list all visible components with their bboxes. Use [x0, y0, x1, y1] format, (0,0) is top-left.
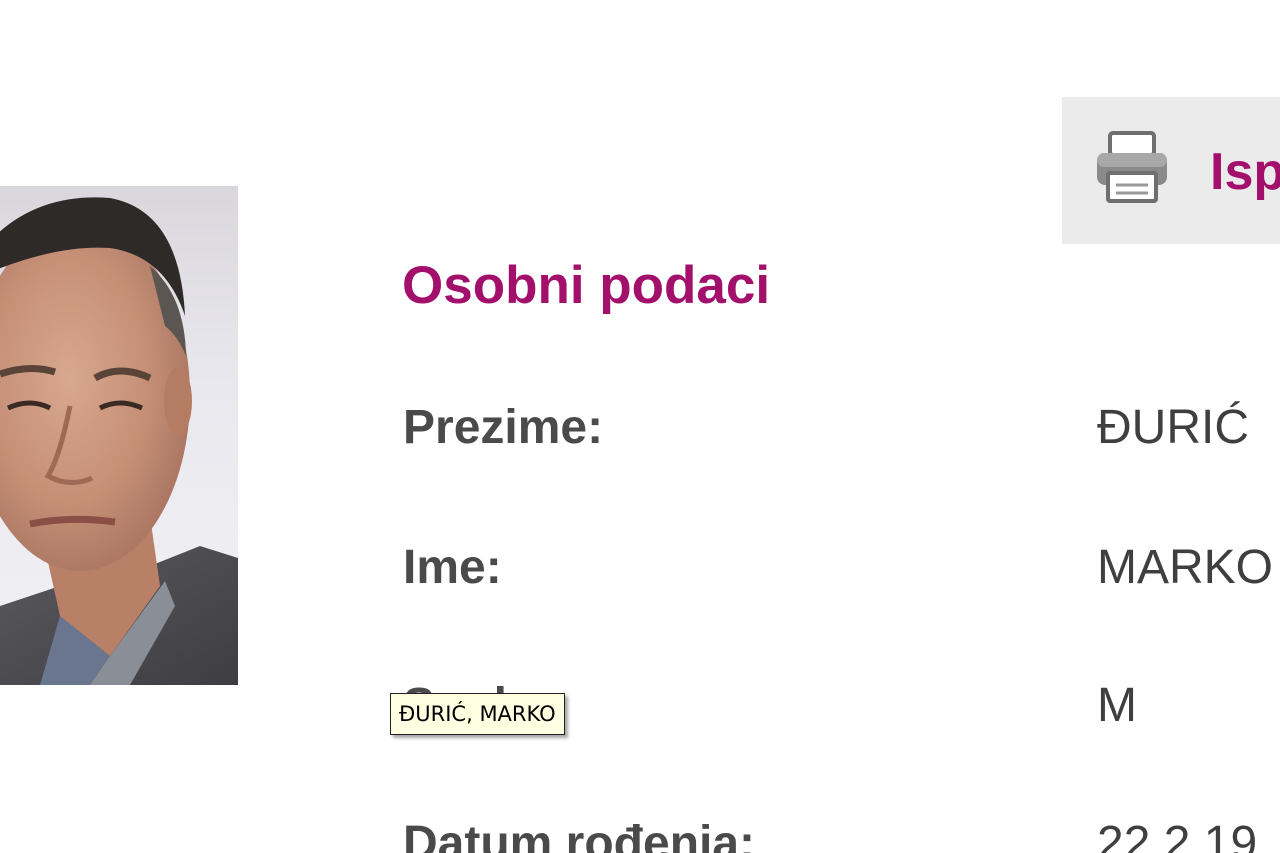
- photo-tooltip: ĐURIĆ, MARKO: [390, 693, 565, 735]
- first-name-label: Ime:: [403, 541, 502, 594]
- printer-icon: [1094, 129, 1170, 205]
- portrait-image: [0, 197, 238, 685]
- first-name-value: MARKO: [1097, 541, 1274, 594]
- birth-date-value: 22.2.19: [1097, 817, 1258, 853]
- print-button[interactable]: Isp: [1062, 97, 1280, 244]
- surname-label: Prezime:: [403, 401, 604, 454]
- gender-value: M: [1097, 679, 1137, 732]
- surname-value: ĐURIĆ: [1097, 401, 1249, 454]
- section-title: Osobni podaci: [402, 256, 771, 315]
- profile-photo[interactable]: [0, 186, 238, 685]
- print-label: Isp: [1210, 143, 1280, 201]
- profile-page: Isp Osobni podaci Prezime: ĐURIĆ Ime: MA…: [0, 0, 1280, 853]
- birth-date-label: Datum rođenja:: [403, 817, 756, 853]
